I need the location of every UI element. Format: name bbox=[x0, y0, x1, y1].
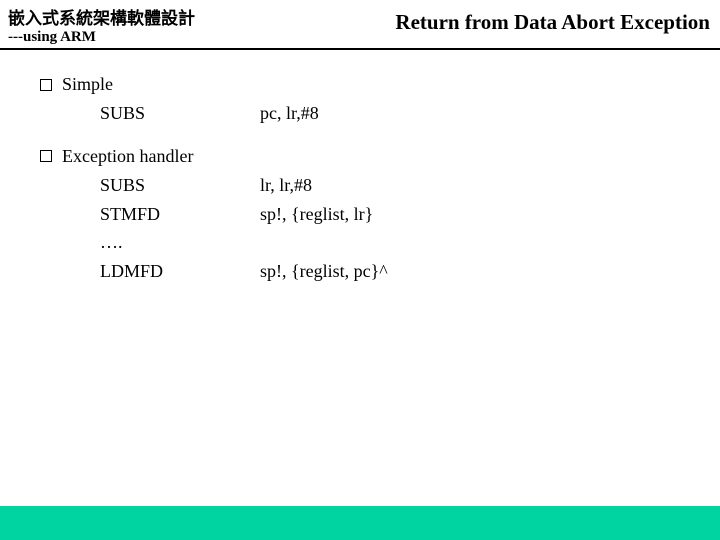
code-line: LDMFD sp!, {reglist, pc}^ bbox=[40, 257, 680, 286]
section-heading: Simple bbox=[40, 74, 680, 95]
operands: pc, lr,#8 bbox=[260, 99, 680, 128]
code-line: SUBS lr, lr,#8 bbox=[40, 171, 680, 200]
slide-footer-bar bbox=[0, 506, 720, 540]
mnemonic: STMFD bbox=[100, 200, 260, 229]
code-line: STMFD sp!, {reglist, lr} bbox=[40, 200, 680, 229]
mnemonic: LDMFD bbox=[100, 257, 260, 286]
section-heading: Exception handler bbox=[40, 146, 680, 167]
square-bullet-icon bbox=[40, 150, 52, 162]
mnemonic: SUBS bbox=[100, 171, 260, 200]
square-bullet-icon bbox=[40, 79, 52, 91]
mnemonic: SUBS bbox=[100, 99, 260, 128]
operands: sp!, {reglist, lr} bbox=[260, 200, 680, 229]
operands: lr, lr,#8 bbox=[260, 171, 680, 200]
operands: sp!, {reglist, pc}^ bbox=[260, 257, 680, 286]
section-exception-handler: Exception handler SUBS lr, lr,#8 STMFD s… bbox=[40, 146, 680, 286]
section-simple: Simple SUBS pc, lr,#8 bbox=[40, 74, 680, 128]
course-title: 嵌入式系統架構軟體設計 bbox=[8, 4, 195, 29]
slide-header: 嵌入式系統架構軟體設計 ---using ARM Return from Dat… bbox=[0, 0, 720, 50]
slide-title: Return from Data Abort Exception bbox=[395, 4, 712, 35]
operands bbox=[260, 228, 680, 257]
section-heading-text: Exception handler bbox=[62, 146, 193, 167]
mnemonic: …. bbox=[100, 228, 260, 257]
slide-content: Simple SUBS pc, lr,#8 Exception handler … bbox=[0, 50, 720, 286]
code-line: SUBS pc, lr,#8 bbox=[40, 99, 680, 128]
header-left: 嵌入式系統架構軟體設計 ---using ARM bbox=[8, 4, 195, 46]
course-subtitle: ---using ARM bbox=[8, 29, 195, 46]
section-heading-text: Simple bbox=[62, 74, 113, 95]
code-line: …. bbox=[40, 228, 680, 257]
